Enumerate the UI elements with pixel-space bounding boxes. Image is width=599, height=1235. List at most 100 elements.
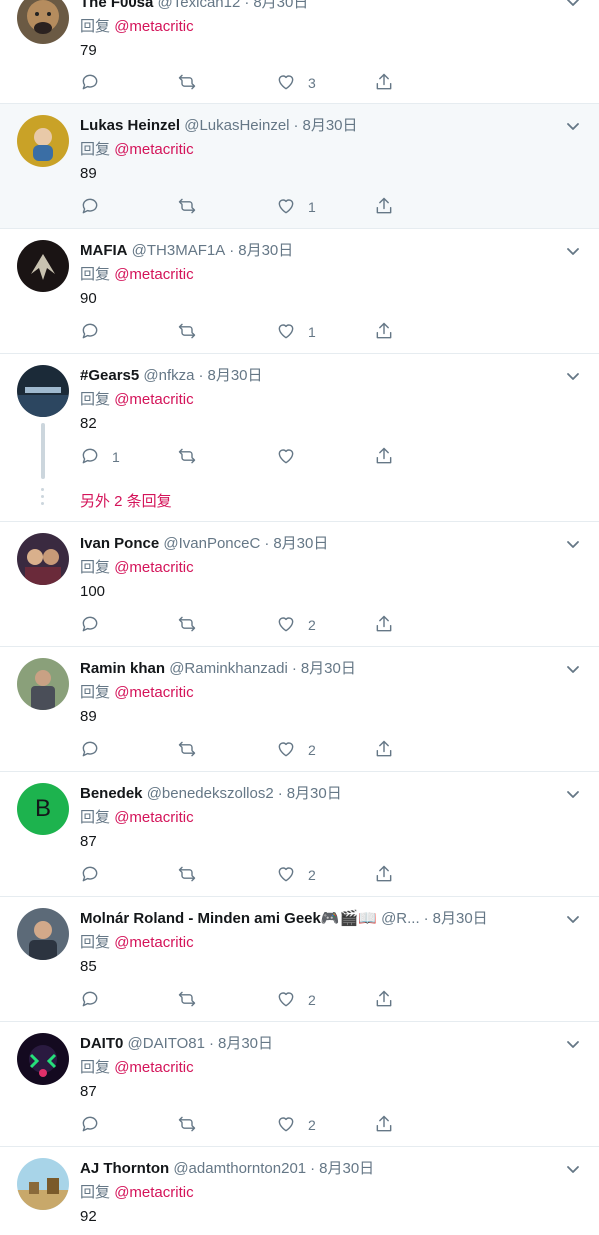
tweet[interactable]: Ramin khan @Raminkhanzadi · 8月30日 回复 @meta…: [0, 647, 599, 772]
avatar[interactable]: [17, 365, 69, 417]
user-handle[interactable]: @IvanPonceC: [163, 535, 260, 552]
tweet[interactable]: MAFIA @TH3MAF1A · 8月30日 回复 @metacritic 90 …: [0, 229, 599, 354]
share-button[interactable]: [374, 195, 394, 219]
avatar[interactable]: B: [17, 783, 69, 835]
like-button[interactable]: 2: [276, 613, 316, 637]
like-button[interactable]: 3: [276, 71, 316, 95]
show-more-replies-link[interactable]: 另外 2 条回复: [80, 490, 172, 511]
user-handle[interactable]: @DAITO81: [128, 1035, 205, 1052]
retweet-button[interactable]: [177, 738, 209, 762]
chevron-down-icon[interactable]: [565, 0, 581, 10]
user-handle[interactable]: @Raminkhanzadi: [169, 660, 288, 677]
avatar[interactable]: [17, 0, 69, 44]
reply-button[interactable]: [80, 738, 112, 762]
share-button[interactable]: [374, 445, 394, 469]
display-name[interactable]: DAIT0: [80, 1035, 123, 1052]
reply-button[interactable]: [80, 613, 112, 637]
like-button[interactable]: 2: [276, 863, 316, 887]
timestamp[interactable]: 8月30日: [433, 910, 488, 927]
tweet[interactable]: AJ Thornton @adamthornton201 · 8月30日 回复 @m…: [0, 1147, 599, 1235]
mention-link[interactable]: @metacritic: [114, 266, 193, 283]
avatar[interactable]: [17, 1158, 69, 1210]
user-handle[interactable]: @nfkza: [143, 367, 194, 384]
user-handle[interactable]: @benedekszollos2: [147, 785, 274, 802]
display-name[interactable]: Molnár Roland - Minden ami Geek🎮🎬📖: [80, 910, 377, 927]
timestamp[interactable]: 8月30日: [273, 535, 328, 552]
avatar[interactable]: [17, 908, 69, 960]
chevron-down-icon[interactable]: [565, 368, 581, 384]
mention-link[interactable]: @metacritic: [114, 934, 193, 951]
display-name[interactable]: Ramin khan: [80, 660, 165, 677]
avatar[interactable]: [17, 115, 69, 167]
share-button[interactable]: [374, 613, 394, 637]
share-button[interactable]: [374, 320, 394, 344]
timestamp[interactable]: 8月30日: [207, 367, 262, 384]
timestamp[interactable]: 8月30日: [253, 0, 308, 11]
reply-button[interactable]: [80, 71, 112, 95]
reply-button[interactable]: [80, 863, 112, 887]
share-button[interactable]: [374, 988, 394, 1012]
timestamp[interactable]: 8月30日: [218, 1035, 273, 1052]
chevron-down-icon[interactable]: [565, 661, 581, 677]
timestamp[interactable]: 8月30日: [238, 242, 293, 259]
share-button[interactable]: [374, 863, 394, 887]
chevron-down-icon[interactable]: [565, 1161, 581, 1177]
user-handle[interactable]: @TH3MAF1A: [132, 242, 226, 259]
timestamp[interactable]: 8月30日: [303, 117, 358, 134]
display-name[interactable]: MAFIA: [80, 242, 128, 259]
mention-link[interactable]: @metacritic: [114, 1059, 193, 1076]
chevron-down-icon[interactable]: [565, 786, 581, 802]
chevron-down-icon[interactable]: [565, 243, 581, 259]
chevron-down-icon[interactable]: [565, 536, 581, 552]
retweet-button[interactable]: [177, 320, 209, 344]
retweet-button[interactable]: [177, 613, 209, 637]
share-button[interactable]: [374, 1113, 394, 1137]
like-button[interactable]: 2: [276, 1113, 316, 1137]
tweet[interactable]: B Benedek @benedekszollos2 · 8月30日 回复 @met…: [0, 772, 599, 897]
reply-button[interactable]: 1: [80, 445, 120, 469]
retweet-button[interactable]: [177, 71, 209, 95]
tweet[interactable]: The F00sa @Texican12 · 8月30日 回复 @metacriti…: [0, 0, 599, 104]
like-button[interactable]: 1: [276, 320, 316, 344]
user-handle[interactable]: @adamthornton201: [173, 1160, 306, 1177]
user-handle[interactable]: @LukasHeinzel: [184, 117, 289, 134]
mention-link[interactable]: @metacritic: [114, 1184, 193, 1201]
like-button[interactable]: 2: [276, 988, 316, 1012]
avatar[interactable]: [17, 658, 69, 710]
display-name[interactable]: #Gears5: [80, 367, 139, 384]
retweet-button[interactable]: [177, 445, 209, 469]
reply-button[interactable]: [80, 195, 112, 219]
display-name[interactable]: Lukas Heinzel: [80, 117, 180, 134]
timestamp[interactable]: 8月30日: [301, 660, 356, 677]
avatar[interactable]: [17, 240, 69, 292]
display-name[interactable]: AJ Thornton: [80, 1160, 169, 1177]
mention-link[interactable]: @metacritic: [114, 559, 193, 576]
display-name[interactable]: Ivan Ponce: [80, 535, 159, 552]
share-button[interactable]: [374, 738, 394, 762]
tweet[interactable]: Lukas Heinzel @LukasHeinzel · 8月30日 回复 @me…: [0, 104, 599, 229]
tweet[interactable]: Ivan Ponce @IvanPonceC · 8月30日 回复 @metacri…: [0, 522, 599, 647]
mention-link[interactable]: @metacritic: [114, 684, 193, 701]
user-handle[interactable]: @Texican12: [158, 0, 241, 11]
avatar[interactable]: [17, 1033, 69, 1085]
retweet-button[interactable]: [177, 195, 209, 219]
chevron-down-icon[interactable]: [565, 911, 581, 927]
reply-button[interactable]: [80, 320, 112, 344]
user-handle[interactable]: @R...: [381, 910, 420, 927]
tweet[interactable]: DAIT0 @DAITO81 · 8月30日 回复 @metacritic 87 2: [0, 1022, 599, 1147]
tweet[interactable]: #Gears5 @nfkza · 8月30日 回复 @metacritic 82 1…: [0, 354, 599, 522]
tweet[interactable]: Molnár Roland - Minden ami Geek🎮🎬📖 @R...…: [0, 897, 599, 1022]
mention-link[interactable]: @metacritic: [114, 809, 193, 826]
share-button[interactable]: [374, 71, 394, 95]
timestamp[interactable]: 8月30日: [287, 785, 342, 802]
retweet-button[interactable]: [177, 988, 209, 1012]
retweet-button[interactable]: [177, 863, 209, 887]
display-name[interactable]: The F00sa: [80, 0, 153, 11]
mention-link[interactable]: @metacritic: [114, 18, 193, 35]
like-button[interactable]: [276, 445, 308, 469]
retweet-button[interactable]: [177, 1113, 209, 1137]
display-name[interactable]: Benedek: [80, 785, 143, 802]
timestamp[interactable]: 8月30日: [319, 1160, 374, 1177]
mention-link[interactable]: @metacritic: [114, 391, 193, 408]
reply-button[interactable]: [80, 988, 112, 1012]
